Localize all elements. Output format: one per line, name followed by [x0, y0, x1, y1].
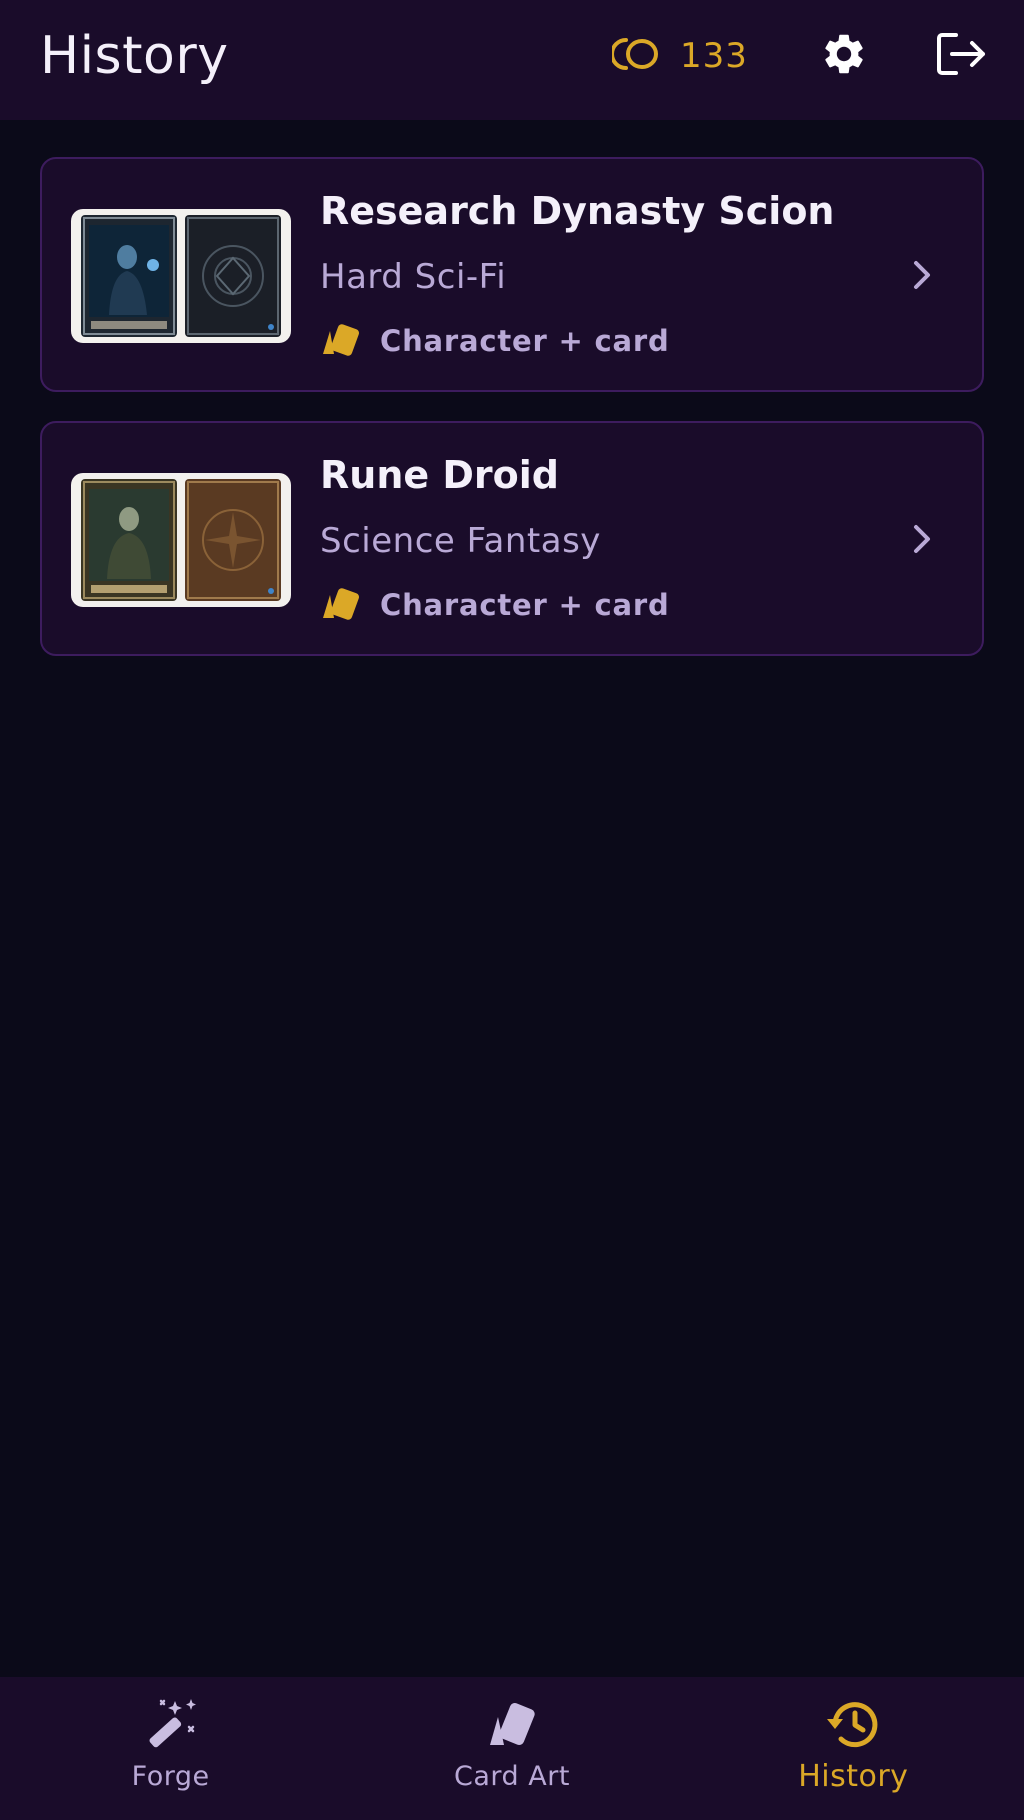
nav-label-card-art: Card Art	[454, 1761, 570, 1792]
nav-label-history: History	[798, 1759, 909, 1794]
item-type-label: Character + card	[380, 324, 670, 358]
bottom-nav: Forge Card Art History	[0, 1677, 1024, 1820]
card-back-image	[185, 479, 281, 601]
nav-item-forge[interactable]: Forge	[0, 1677, 341, 1820]
card-thumbnail	[71, 209, 291, 343]
item-title: Research Dynasty Scion	[320, 189, 835, 233]
history-list: Research Dynasty Scion Hard Sci-Fi Chara…	[40, 157, 984, 685]
card-back-image	[185, 215, 281, 337]
nav-item-history[interactable]: History	[683, 1677, 1024, 1820]
card-thumbnail	[71, 473, 291, 607]
magic-wand-icon	[141, 1697, 201, 1753]
character-card-image	[81, 215, 177, 337]
gear-icon	[820, 30, 868, 82]
cards-icon	[482, 1697, 542, 1753]
app-root: History 133 Research Dynasty Scion Hard …	[0, 0, 1024, 1820]
history-item[interactable]: Rune Droid Science Fantasy Character + c…	[40, 421, 984, 656]
settings-button[interactable]	[808, 20, 880, 92]
item-type: Character + card	[320, 321, 670, 361]
logout-button[interactable]	[926, 20, 998, 92]
cards-icon	[320, 585, 362, 625]
coins-icon	[610, 36, 662, 76]
app-bar: History 133	[0, 0, 1024, 120]
item-type-label: Character + card	[380, 588, 670, 622]
logout-icon	[936, 31, 988, 81]
cards-icon	[320, 321, 362, 361]
nav-label-forge: Forge	[131, 1761, 210, 1792]
credits-display[interactable]: 133	[610, 28, 748, 84]
chevron-right-icon	[902, 519, 942, 559]
history-icon	[823, 1697, 883, 1753]
item-genre: Science Fantasy	[320, 521, 601, 561]
item-title: Rune Droid	[320, 453, 559, 497]
item-genre: Hard Sci-Fi	[320, 257, 507, 297]
chevron-right-icon	[902, 255, 942, 295]
nav-item-card-art[interactable]: Card Art	[341, 1677, 682, 1820]
character-card-image	[81, 479, 177, 601]
page-title: History	[40, 26, 229, 86]
credits-count: 133	[680, 36, 748, 76]
item-type: Character + card	[320, 585, 670, 625]
history-item[interactable]: Research Dynasty Scion Hard Sci-Fi Chara…	[40, 157, 984, 392]
